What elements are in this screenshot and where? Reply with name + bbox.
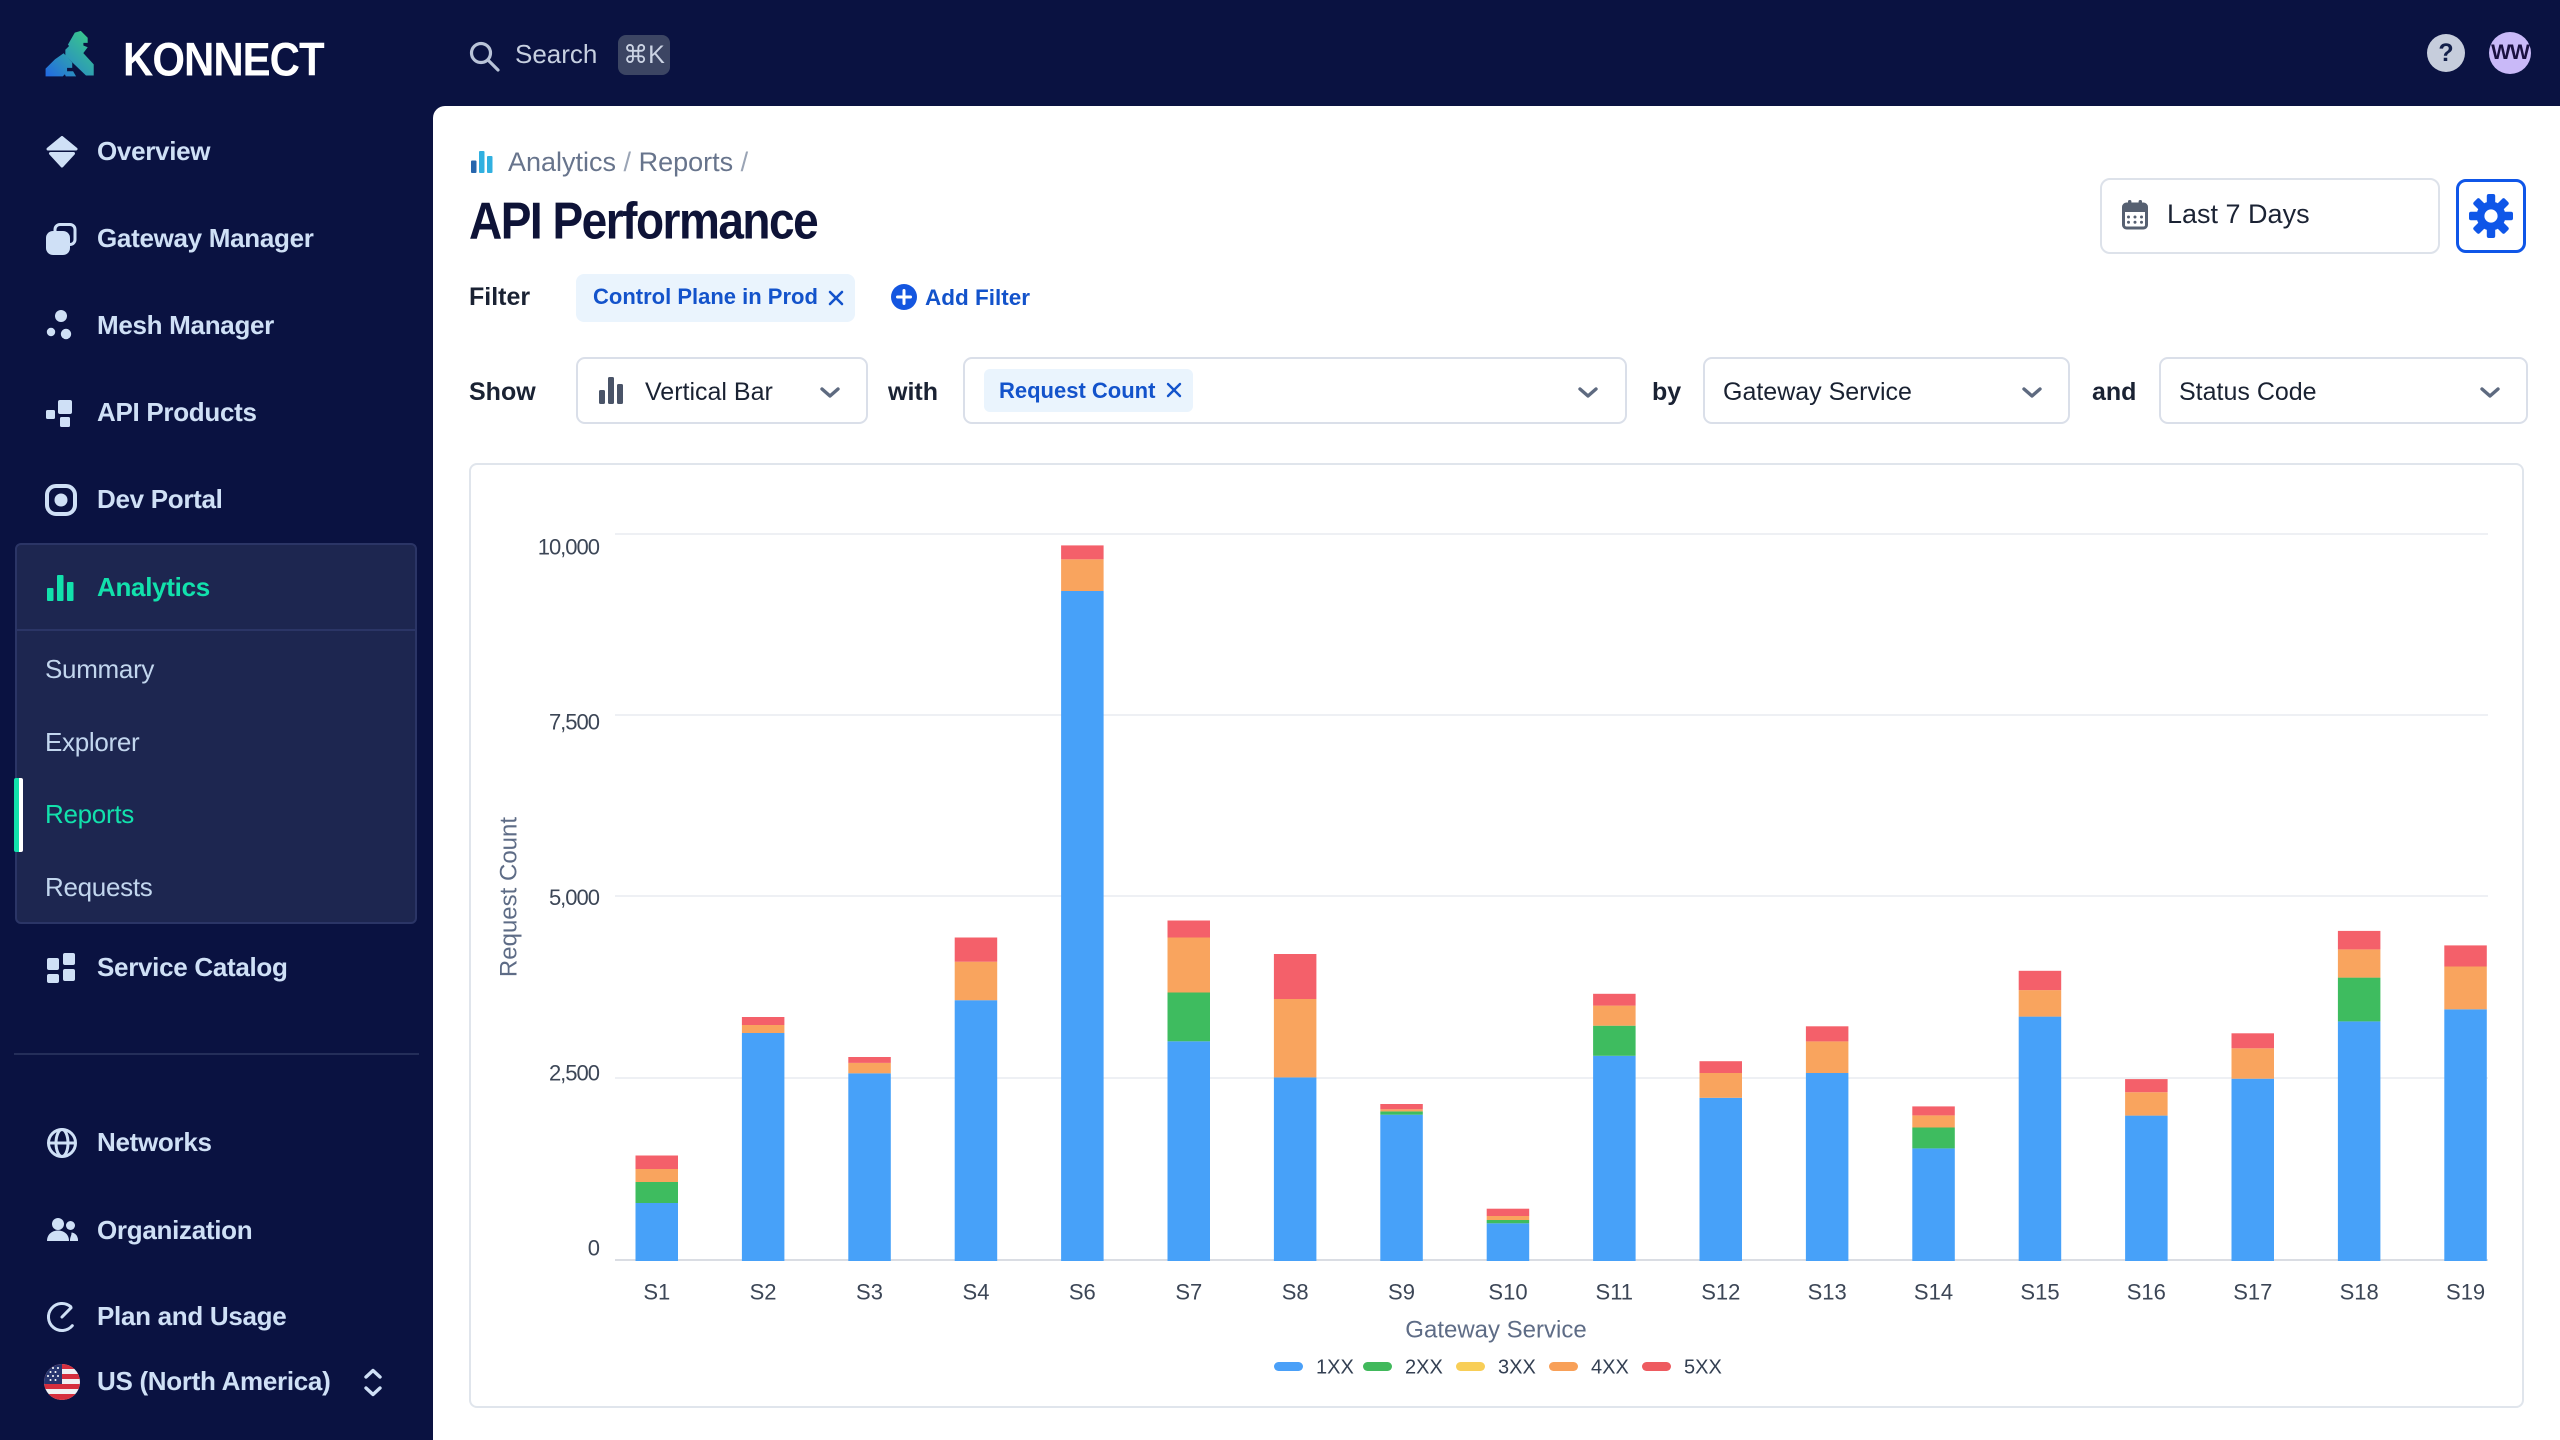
svg-text:5XX: 5XX xyxy=(1684,1357,1722,1379)
svg-text:Request Count: Request Count xyxy=(496,817,523,977)
svg-text:S18: S18 xyxy=(2340,1280,2379,1305)
svg-text:S2: S2 xyxy=(750,1280,777,1305)
svg-text:S6: S6 xyxy=(1069,1280,1096,1305)
svg-text:0: 0 xyxy=(588,1236,600,1261)
svg-text:7,500: 7,500 xyxy=(549,710,600,735)
svg-text:S4: S4 xyxy=(963,1280,990,1305)
svg-text:S9: S9 xyxy=(1388,1280,1415,1305)
svg-text:S13: S13 xyxy=(1808,1280,1847,1305)
svg-text:Gateway Service: Gateway Service xyxy=(1405,1317,1586,1344)
svg-text:S12: S12 xyxy=(1701,1280,1740,1305)
svg-text:2,500: 2,500 xyxy=(549,1061,600,1086)
svg-text:S17: S17 xyxy=(2233,1280,2272,1305)
svg-text:4XX: 4XX xyxy=(1591,1357,1629,1379)
svg-text:S1: S1 xyxy=(643,1280,670,1305)
svg-text:5,000: 5,000 xyxy=(549,885,600,910)
svg-text:S16: S16 xyxy=(2127,1280,2166,1305)
svg-text:S14: S14 xyxy=(1914,1280,1953,1305)
svg-text:S7: S7 xyxy=(1175,1280,1202,1305)
svg-text:S19: S19 xyxy=(2446,1280,2485,1305)
svg-text:1XX: 1XX xyxy=(1316,1357,1354,1379)
svg-text:S8: S8 xyxy=(1282,1280,1309,1305)
svg-text:S3: S3 xyxy=(856,1280,883,1305)
svg-text:10,000: 10,000 xyxy=(538,535,600,560)
svg-text:2XX: 2XX xyxy=(1405,1357,1443,1379)
svg-text:S11: S11 xyxy=(1596,1280,1634,1305)
svg-text:3XX: 3XX xyxy=(1498,1357,1536,1379)
svg-text:S15: S15 xyxy=(2020,1280,2059,1305)
svg-text:S10: S10 xyxy=(1488,1280,1527,1305)
